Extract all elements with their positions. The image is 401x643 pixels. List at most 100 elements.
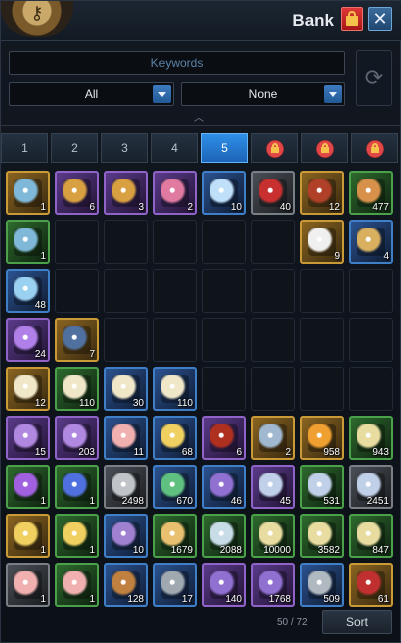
tab-locked[interactable] (351, 133, 398, 163)
tab-3[interactable]: 3 (101, 133, 148, 163)
item-icon (63, 473, 91, 501)
item-slot[interactable]: 140 (202, 563, 246, 607)
chevron-down-icon[interactable] (153, 85, 171, 103)
empty-slot[interactable] (300, 318, 344, 362)
item-slot[interactable]: 12 (6, 367, 50, 411)
item-slot[interactable]: 46 (202, 465, 246, 509)
item-slot[interactable]: 203 (55, 416, 99, 460)
tab-2[interactable]: 2 (51, 133, 98, 163)
tab-locked[interactable] (301, 133, 348, 163)
empty-slot[interactable] (153, 269, 197, 313)
item-slot[interactable]: 9 (300, 220, 344, 264)
item-quantity: 2 (187, 202, 193, 213)
item-slot[interactable]: 1 (55, 465, 99, 509)
item-slot[interactable]: 943 (349, 416, 393, 460)
item-slot[interactable]: 30 (104, 367, 148, 411)
search-input[interactable]: Keywords (9, 51, 345, 75)
lock-toggle-button[interactable] (341, 7, 363, 31)
item-slot[interactable]: 1 (6, 514, 50, 558)
empty-slot[interactable] (202, 269, 246, 313)
item-slot[interactable]: 6 (55, 171, 99, 215)
item-slot[interactable]: 17 (153, 563, 197, 607)
empty-slot[interactable] (251, 269, 295, 313)
item-slot[interactable]: 531 (300, 465, 344, 509)
collapse-filters-chevron-up-icon[interactable]: ︿ (193, 114, 205, 124)
item-slot[interactable]: 4 (349, 220, 393, 264)
empty-slot[interactable] (349, 269, 393, 313)
item-slot[interactable]: 10 (202, 171, 246, 215)
empty-slot[interactable] (349, 367, 393, 411)
item-slot[interactable]: 2498 (104, 465, 148, 509)
item-slot[interactable]: 110 (55, 367, 99, 411)
item-slot[interactable]: 477 (349, 171, 393, 215)
item-slot[interactable]: 128 (104, 563, 148, 607)
close-button[interactable]: ✕ (368, 7, 392, 31)
item-quantity: 12 (328, 202, 340, 213)
item-slot[interactable]: 3 (104, 171, 148, 215)
item-slot[interactable]: 1 (55, 514, 99, 558)
empty-slot[interactable] (104, 269, 148, 313)
item-slot[interactable]: 2088 (202, 514, 246, 558)
item-slot[interactable]: 1 (6, 220, 50, 264)
item-slot[interactable]: 3582 (300, 514, 344, 558)
empty-slot[interactable] (349, 318, 393, 362)
item-slot[interactable]: 1679 (153, 514, 197, 558)
item-slot[interactable]: 61 (349, 563, 393, 607)
item-slot[interactable]: 2 (251, 416, 295, 460)
item-slot[interactable]: 10 (104, 514, 148, 558)
item-slot[interactable]: 45 (251, 465, 295, 509)
secondary-filter-select[interactable]: None (181, 82, 345, 106)
empty-slot[interactable] (104, 220, 148, 264)
item-slot[interactable]: 48 (6, 269, 50, 313)
item-slot[interactable]: 1768 (251, 563, 295, 607)
tab-4[interactable]: 4 (151, 133, 198, 163)
item-icon (63, 571, 91, 599)
tab-1[interactable]: 1 (1, 133, 48, 163)
item-slot[interactable]: 7 (55, 318, 99, 362)
item-quantity: 128 (127, 594, 144, 605)
item-slot[interactable]: 40 (251, 171, 295, 215)
item-slot[interactable]: 68 (153, 416, 197, 460)
empty-slot[interactable] (251, 367, 295, 411)
item-slot[interactable]: 11 (104, 416, 148, 460)
item-slot[interactable]: 958 (300, 416, 344, 460)
empty-slot[interactable] (202, 318, 246, 362)
category-filter-select[interactable]: All (9, 82, 174, 106)
item-slot[interactable]: 10000 (251, 514, 295, 558)
item-slot[interactable]: 1 (55, 563, 99, 607)
empty-slot[interactable] (153, 220, 197, 264)
item-slot[interactable]: 110 (153, 367, 197, 411)
item-icon (161, 179, 189, 207)
item-icon (63, 179, 91, 207)
tab-5[interactable]: 5 (201, 133, 248, 163)
empty-slot[interactable] (55, 269, 99, 313)
item-quantity: 10 (230, 202, 242, 213)
item-slot[interactable]: 15 (6, 416, 50, 460)
empty-slot[interactable] (251, 220, 295, 264)
item-slot[interactable]: 1 (6, 563, 50, 607)
empty-slot[interactable] (300, 367, 344, 411)
item-slot[interactable]: 1 (6, 465, 50, 509)
empty-slot[interactable] (104, 318, 148, 362)
item-slot[interactable]: 670 (153, 465, 197, 509)
item-slot[interactable]: 6 (202, 416, 246, 460)
refresh-button[interactable]: ⟳ (356, 50, 392, 106)
empty-slot[interactable] (251, 318, 295, 362)
item-slot[interactable]: 1 (6, 171, 50, 215)
empty-slot[interactable] (300, 269, 344, 313)
empty-slot[interactable] (202, 220, 246, 264)
tab-locked[interactable] (251, 133, 298, 163)
bank-emblem-icon: ⚷ (1, 1, 73, 37)
item-slot[interactable]: 12 (300, 171, 344, 215)
chevron-down-icon[interactable] (324, 85, 342, 103)
item-slot[interactable]: 2 (153, 171, 197, 215)
sort-button[interactable]: Sort (322, 610, 392, 634)
empty-slot[interactable] (153, 318, 197, 362)
empty-slot[interactable] (202, 367, 246, 411)
item-slot[interactable]: 2451 (349, 465, 393, 509)
item-slot[interactable]: 24 (6, 318, 50, 362)
item-slot[interactable]: 509 (300, 563, 344, 607)
empty-slot[interactable] (55, 220, 99, 264)
item-slot[interactable]: 847 (349, 514, 393, 558)
item-quantity: 15 (34, 447, 46, 458)
